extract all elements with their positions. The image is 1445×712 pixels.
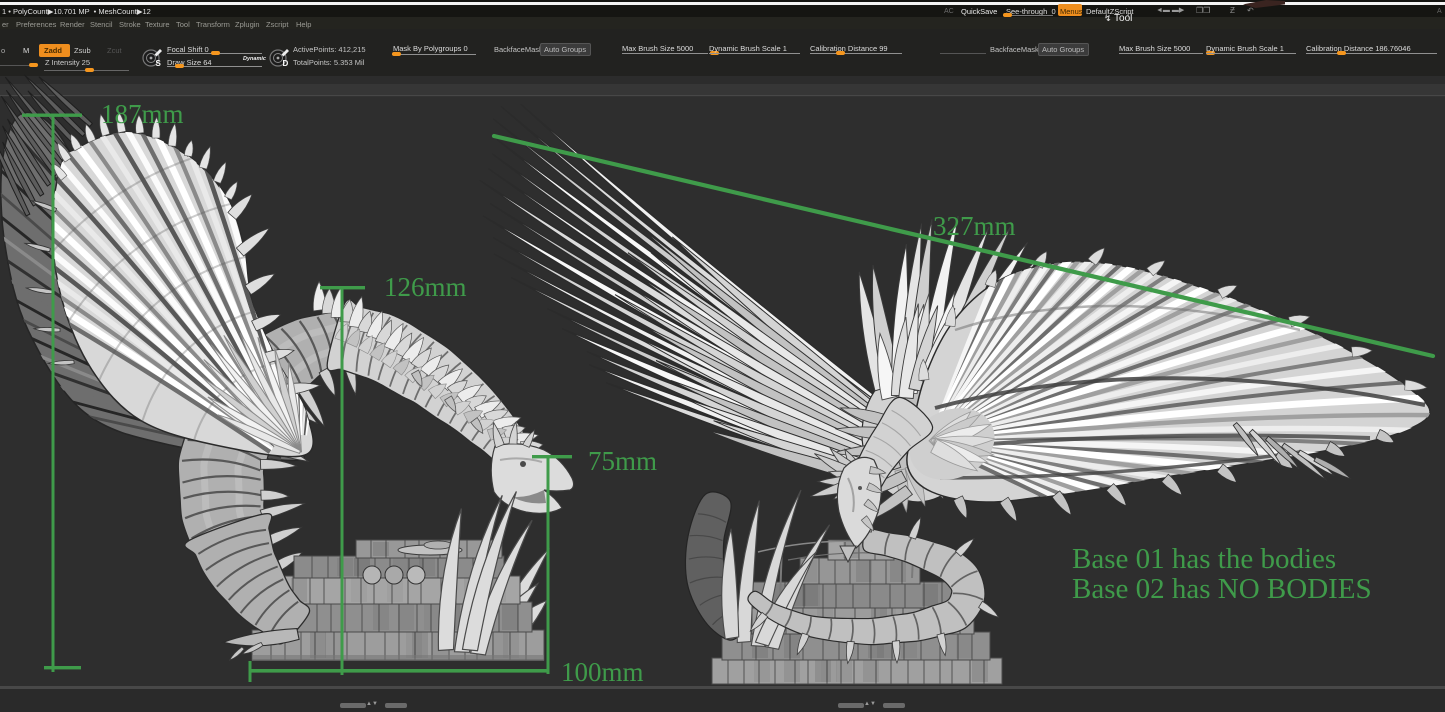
svg-text:100mm: 100mm [561,657,644,687]
svg-text:187mm: 187mm [101,99,184,129]
svg-text:Base 02 has NO BODIES: Base 02 has NO BODIES [1072,573,1372,605]
svg-text:327mm: 327mm [933,211,1016,241]
svg-text:126mm: 126mm [384,272,467,302]
svg-text:Base 01 has the bodies: Base 01 has the bodies [1072,543,1336,575]
svg-text:75mm: 75mm [588,446,657,476]
